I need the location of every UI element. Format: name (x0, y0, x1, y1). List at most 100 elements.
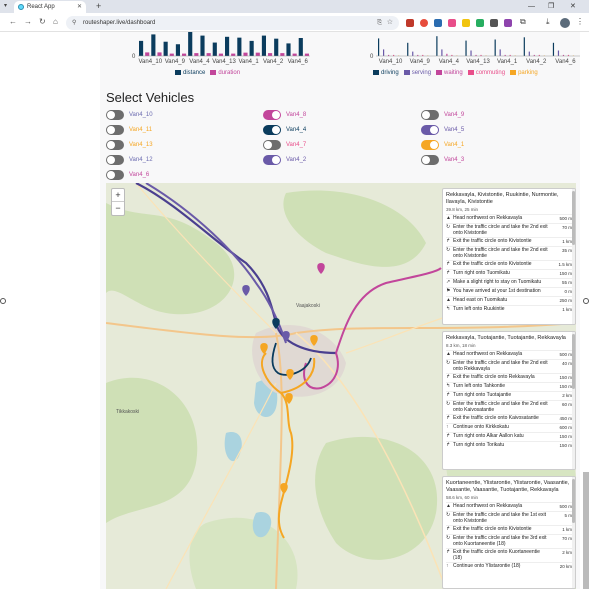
toggle-switch[interactable] (106, 110, 124, 120)
direction-step[interactable]: ↱ Exit the traffic circle onto Rekkavayla… (446, 373, 572, 382)
direction-step[interactable]: ↰ Turn left onto Ruukintie 1 km (446, 305, 572, 314)
toggle-switch[interactable] (263, 110, 281, 120)
toggle-switch[interactable] (421, 125, 439, 135)
direction-step[interactable]: ↱ Exit the traffic circle onto Kuortaneen… (446, 548, 572, 562)
direction-step[interactable]: ↻ Enter the traffic circle and take the 2… (446, 400, 572, 414)
bookmark-star-icon[interactable]: ☆ (387, 16, 393, 30)
toggle-switch[interactable] (106, 170, 124, 180)
direction-step[interactable]: ↱ Turn right onto Tuotajantie 2 km (446, 391, 572, 400)
extensions-puzzle-icon[interactable]: ⧉ (520, 16, 526, 28)
close-window-button[interactable]: ✕ (570, 0, 576, 13)
vehicle-label: Van4_5 (444, 127, 465, 133)
legend-label[interactable]: serving (412, 70, 431, 76)
panel-scroll-thumb[interactable] (572, 334, 575, 389)
direction-step[interactable]: ↱ Exit the traffic circle onto Kaivosatan… (446, 414, 572, 423)
reload-icon[interactable]: ↻ (39, 16, 46, 28)
browser-tab[interactable]: React App ✕ (14, 1, 86, 13)
resize-handle-right[interactable] (583, 298, 589, 304)
bar-distance (249, 40, 254, 56)
browser-menu-icon[interactable]: ⋮ (576, 16, 584, 28)
direction-step[interactable]: ↑ Continue onto Ylistarontie (18) 20 km (446, 562, 572, 571)
direction-step[interactable]: ▲ Head east on Tuomikatu 250 m (446, 296, 572, 305)
tab-close-icon[interactable]: ✕ (77, 1, 82, 13)
toggle-switch[interactable] (421, 140, 439, 150)
page-scrollbar[interactable] (583, 472, 589, 589)
profile-avatar[interactable] (560, 18, 570, 28)
legend-label[interactable]: waiting (444, 70, 463, 76)
panel-scrollbar[interactable] (572, 332, 575, 469)
extension-adblock-icon[interactable] (420, 19, 428, 27)
directions-panel[interactable]: Rekkavayla, Tuotajantie, Tuotajantie, Re… (442, 331, 576, 470)
extension-red-icon[interactable] (406, 19, 414, 27)
minimize-button[interactable]: — (528, 0, 535, 13)
toggle-switch[interactable] (263, 140, 281, 150)
toggle-switch[interactable] (106, 140, 124, 150)
toggle-switch[interactable] (263, 125, 281, 135)
extension-dark-icon[interactable] (490, 19, 498, 27)
direction-step[interactable]: ↻ Enter the traffic circle and take the 1… (446, 511, 572, 525)
toggle-switch[interactable] (421, 110, 439, 120)
direction-step[interactable]: ↱ Exit the traffic circle onto Kivistonti… (446, 237, 572, 246)
resize-handle-left[interactable] (0, 298, 6, 304)
zoom-in-button[interactable]: + (112, 189, 124, 202)
extension-yellow-icon[interactable] (462, 19, 470, 27)
home-icon[interactable]: ⌂ (53, 16, 58, 28)
panel-scroll-thumb[interactable] (572, 479, 575, 524)
direction-step[interactable]: ⚑ You have arrived at your 1st destinatio… (446, 287, 572, 296)
legend-label[interactable]: parking (518, 70, 538, 76)
directions-panel[interactable]: Rekkavayla, Kivistontie, Ruukintie, Nurm… (442, 188, 576, 325)
vehicle-label: Van4_1 (444, 142, 465, 148)
step-distance: 450 m (559, 416, 572, 421)
vehicle-label: Van4_13 (129, 142, 153, 148)
vehicle-label: Van4_3 (444, 157, 465, 163)
tab-search-icon[interactable]: ▾ (4, 0, 7, 13)
direction-step[interactable]: ↱ Exit the traffic circle onto Kivistonti… (446, 525, 572, 534)
bar-driving (494, 39, 496, 56)
direction-step[interactable]: ↱ Exit the traffic circle onto Kivistonti… (446, 260, 572, 269)
direction-step[interactable]: ↻ Enter the traffic circle and take the 2… (446, 246, 572, 260)
legend-label[interactable]: duration (218, 70, 240, 76)
extension-purple-icon[interactable] (504, 19, 512, 27)
legend-label[interactable]: commuting (476, 70, 505, 76)
install-app-icon[interactable]: ⎘ (377, 16, 382, 30)
site-info-icon[interactable]: ⚲ (72, 16, 76, 30)
direction-step[interactable]: ↱ Turn right onto Tuomikatu 150 m (446, 269, 572, 278)
direction-step[interactable]: ↗ Make a slight right to stay on Tuomikat… (446, 278, 572, 287)
direction-step[interactable]: ↻ Enter the traffic circle and take the 3… (446, 534, 572, 548)
step-distance: 1 km (562, 527, 572, 532)
direction-step[interactable]: ↱ Turn right onto Torikatu 150 m (446, 441, 572, 450)
toggle-switch[interactable] (421, 155, 439, 165)
direction-step[interactable]: ↻ Enter the traffic circle and take the 2… (446, 359, 572, 373)
zoom-out-button[interactable]: − (112, 202, 124, 215)
new-tab-button[interactable]: + (96, 0, 101, 13)
maximize-button[interactable]: ❐ (548, 0, 554, 13)
back-arrow-icon[interactable]: ← (9, 16, 17, 28)
toggle-switch[interactable] (263, 155, 281, 165)
direction-step[interactable]: ↰ Turn left onto Tahkontie 150 m (446, 382, 572, 391)
toggle-switch[interactable] (106, 155, 124, 165)
panel-scroll-thumb[interactable] (572, 191, 575, 245)
toggle-switch[interactable] (106, 125, 124, 135)
toggle-knob (264, 141, 272, 149)
address-bar[interactable]: ⚲ routeshaper.live/dashboard ⎘ ☆ (66, 16, 399, 30)
download-icon[interactable]: ⤓ (546, 16, 550, 28)
directions-panel[interactable]: Kuortaneentie, Ylistarontie, Ylistaronti… (442, 476, 576, 589)
direction-step[interactable]: ↑ Continue onto Kirkkokatu 600 m (446, 423, 572, 432)
legend-label[interactable]: distance (183, 70, 205, 76)
extension-green-icon[interactable] (476, 19, 484, 27)
route-map[interactable]: + − Tikkakoski Vaajakoski Rekkavayla, Ki… (106, 183, 576, 589)
toggle-knob (422, 156, 430, 164)
direction-step[interactable]: ↻ Enter the traffic circle and take the 2… (446, 223, 572, 237)
panel-scrollbar[interactable] (572, 189, 575, 324)
legend-label[interactable]: driving (381, 70, 399, 76)
direction-step[interactable]: ↱ Turn right onto Alkar Aallon katu 150 m (446, 432, 572, 441)
extension-blue-icon[interactable] (434, 19, 442, 27)
direction-step[interactable]: ▲ Head northwest on Rekkavayla 500 m (446, 350, 572, 359)
turn-direction-icon: ↱ (446, 238, 451, 244)
panel-scrollbar[interactable] (572, 477, 575, 588)
direction-step[interactable]: ▲ Head northwest on Rekkavayla 500 m (446, 214, 572, 223)
extension-pink-icon[interactable] (448, 19, 456, 27)
step-distance: 500 m (559, 352, 572, 357)
direction-step[interactable]: ▲ Head northwest on Rekkavayla 500 m (446, 502, 572, 511)
forward-arrow-icon[interactable]: → (24, 16, 32, 28)
